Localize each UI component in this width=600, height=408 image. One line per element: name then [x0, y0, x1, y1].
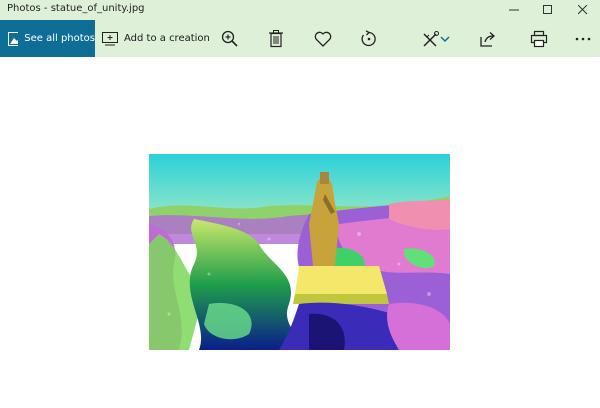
favorite-button[interactable] — [312, 29, 334, 49]
photos-icon — [8, 31, 19, 46]
minimize-icon — [509, 9, 519, 11]
title-bar: Photos - statue_of_unity.jpg — [0, 0, 600, 20]
zoom-button[interactable] — [219, 29, 241, 49]
zoom-in-icon — [221, 30, 238, 47]
maximize-button[interactable] — [531, 0, 565, 20]
print-button[interactable] — [528, 29, 550, 49]
close-button[interactable] — [566, 0, 600, 20]
see-all-photos-label: See all photos — [24, 33, 95, 44]
more-icon — [575, 37, 591, 41]
photo-canvas — [0, 57, 600, 408]
add-to-creation-button[interactable]: Add to a creation — [102, 20, 210, 57]
print-icon — [530, 30, 548, 48]
minimize-button[interactable] — [497, 0, 531, 20]
rotate-icon — [361, 30, 376, 47]
add-to-creation-label: Add to a creation — [124, 33, 210, 44]
chevron-down-icon — [440, 36, 450, 43]
favorite-icon — [314, 31, 332, 47]
rotate-button[interactable] — [358, 29, 380, 49]
maximize-icon — [543, 5, 552, 14]
share-icon — [480, 32, 495, 47]
add-creation-icon — [102, 31, 118, 45]
delete-button[interactable] — [265, 29, 287, 49]
see-all-photos-button[interactable]: See all photos — [0, 20, 95, 57]
close-icon — [578, 5, 588, 15]
toolbar: See all photos Add to a creation — [0, 20, 600, 57]
window-title: Photos - statue_of_unity.jpg — [7, 3, 145, 14]
photo-image[interactable] — [149, 154, 450, 350]
edit-dropdown-button[interactable] — [438, 29, 452, 49]
share-button[interactable] — [477, 29, 499, 49]
statue-photo-graphic — [149, 154, 450, 350]
more-button[interactable] — [572, 29, 594, 49]
delete-icon — [269, 30, 283, 48]
